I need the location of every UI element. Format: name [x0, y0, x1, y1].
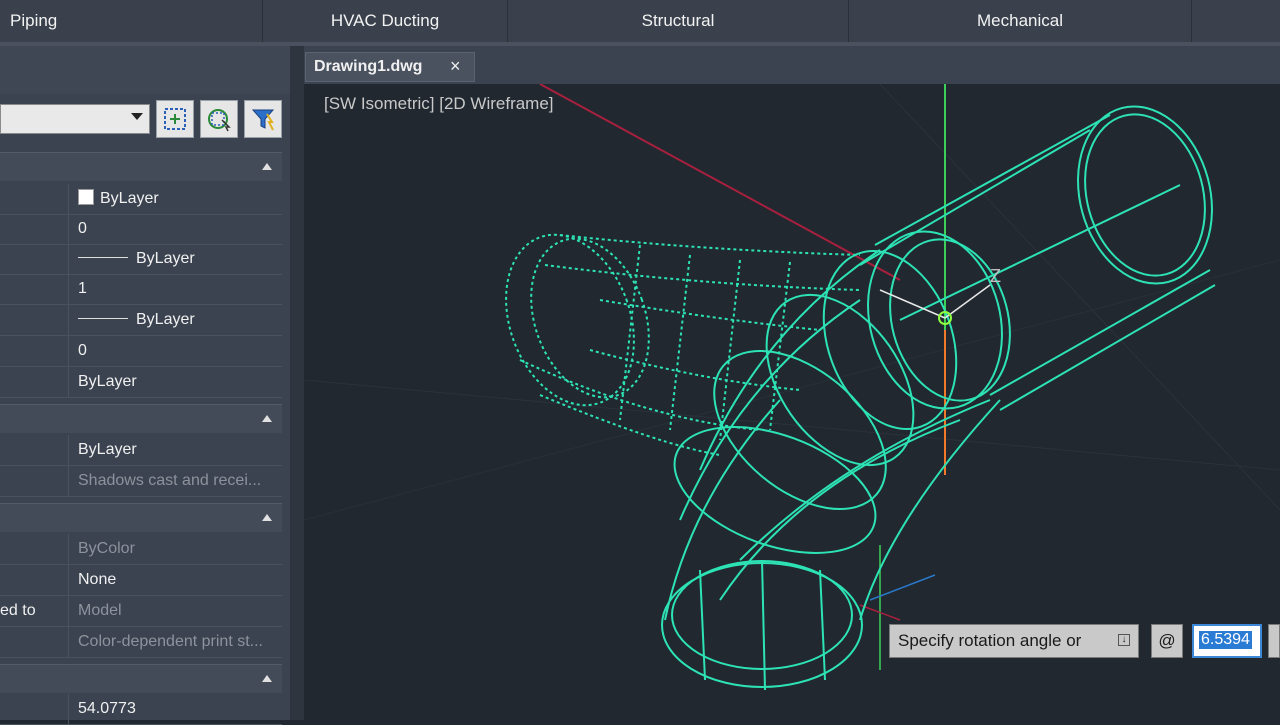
property-value: ByLayer [78, 305, 278, 335]
tab-label: Structural [641, 11, 715, 30]
chevron-up-icon [262, 514, 272, 521]
property-label [0, 435, 69, 465]
lineweight-icon [78, 318, 128, 319]
select-objects-button[interactable] [200, 100, 238, 138]
value-text: ByLayer [136, 311, 195, 328]
next-input-field[interactable] [1268, 624, 1280, 658]
property-row[interactable]: ByLayer [0, 184, 282, 215]
property-label [0, 466, 69, 496]
tab-overflow[interactable] [1192, 0, 1280, 42]
tab-label: Mechanical [977, 11, 1063, 30]
property-row[interactable]: ByLayer [0, 367, 282, 398]
property-row[interactable]: ByLayer [0, 305, 282, 336]
property-row[interactable]: 0 [0, 336, 282, 367]
document-tab-name: Drawing1.dwg [314, 58, 423, 75]
tab-hvac-ducting[interactable]: HVAC Ducting [263, 0, 508, 42]
property-label [0, 336, 69, 366]
palette-header [0, 46, 290, 94]
palette-splitter[interactable] [290, 46, 304, 720]
property-row[interactable]: None [0, 565, 282, 596]
property-value: Color-dependent print st... [78, 633, 263, 650]
color-swatch-icon [78, 189, 94, 205]
angle-value: 6.5394 [1199, 631, 1252, 649]
tab-piping[interactable]: Piping [0, 0, 263, 42]
chevron-up-icon [262, 415, 272, 422]
property-value: ByLayer [78, 441, 137, 458]
property-row[interactable]: ed to Model [0, 596, 282, 627]
viewport-controls-label[interactable]: [SW Isometric] [2D Wireframe] [324, 94, 554, 114]
linetype-icon [78, 257, 128, 258]
property-row[interactable]: ByLayer [0, 244, 282, 275]
chevron-up-icon [262, 163, 272, 170]
property-value: Shadows cast and recei... [78, 472, 262, 489]
section-view-header[interactable] [0, 664, 282, 693]
angle-input-field[interactable]: 6.5394 [1192, 624, 1262, 658]
property-value: ByLayer [78, 373, 137, 390]
relative-coord-symbol: @ [1151, 624, 1183, 658]
property-label [0, 184, 69, 214]
tab-mechanical[interactable]: Mechanical [849, 0, 1192, 42]
document-tab[interactable]: Drawing1.dwg × [305, 52, 475, 82]
close-icon[interactable]: × [450, 56, 461, 77]
property-row[interactable]: ByColor [0, 534, 282, 565]
property-label [0, 305, 69, 335]
pickadd-icon [164, 108, 186, 130]
chevron-down-icon [131, 113, 143, 120]
property-row[interactable]: Shadows cast and recei... [0, 466, 282, 497]
section-plot-style-header[interactable] [0, 503, 282, 532]
tab-label: Piping [10, 11, 58, 30]
property-row[interactable]: 0 [0, 214, 282, 245]
property-label [0, 534, 69, 564]
property-value: ByColor [78, 540, 135, 557]
property-label [0, 244, 69, 274]
property-label: ed to [0, 596, 69, 626]
property-value: ByLayer [78, 184, 278, 214]
property-value: 0 [78, 220, 87, 237]
property-row[interactable]: 54.0773 [0, 694, 282, 725]
tab-label: HVAC Ducting [330, 11, 440, 30]
property-value: ByLayer [78, 244, 278, 274]
property-value: 1 [78, 280, 87, 297]
property-label [0, 274, 69, 304]
toggle-pickadd-button[interactable] [156, 100, 194, 138]
section-general-header[interactable] [0, 152, 282, 181]
select-objects-icon [208, 109, 231, 132]
quick-select-button[interactable] [244, 100, 282, 138]
property-row[interactable]: Color-dependent print st... [0, 627, 282, 658]
property-label [0, 214, 69, 244]
quick-select-filter-icon [251, 109, 275, 131]
property-label [0, 367, 69, 397]
property-label [0, 565, 69, 595]
z-axis-label: Z [990, 266, 1001, 286]
dashed-elbow-ghost [505, 233, 861, 456]
chevron-up-icon [262, 675, 272, 682]
tab-structural[interactable]: Structural [508, 0, 849, 42]
ribbon: Piping HVAC Ducting Structural Mechanica… [0, 0, 1280, 46]
property-value: None [78, 571, 117, 588]
value-text: ByLayer [136, 250, 195, 267]
property-value: Model [78, 602, 122, 619]
property-value: 0 [78, 342, 87, 359]
prompt-text: Specify rotation angle or [898, 631, 1082, 650]
value-text: ByLayer [100, 190, 159, 207]
options-down-arrow-icon[interactable]: ↓ [1118, 634, 1130, 646]
property-label [0, 627, 69, 657]
dynamic-input-prompt: Specify rotation angle or ↓ [889, 624, 1139, 658]
section-3d-visualization-header[interactable] [0, 404, 282, 433]
property-row[interactable]: ByLayer [0, 435, 282, 466]
property-row[interactable]: 1 [0, 274, 282, 305]
object-type-dropdown[interactable] [0, 104, 150, 134]
